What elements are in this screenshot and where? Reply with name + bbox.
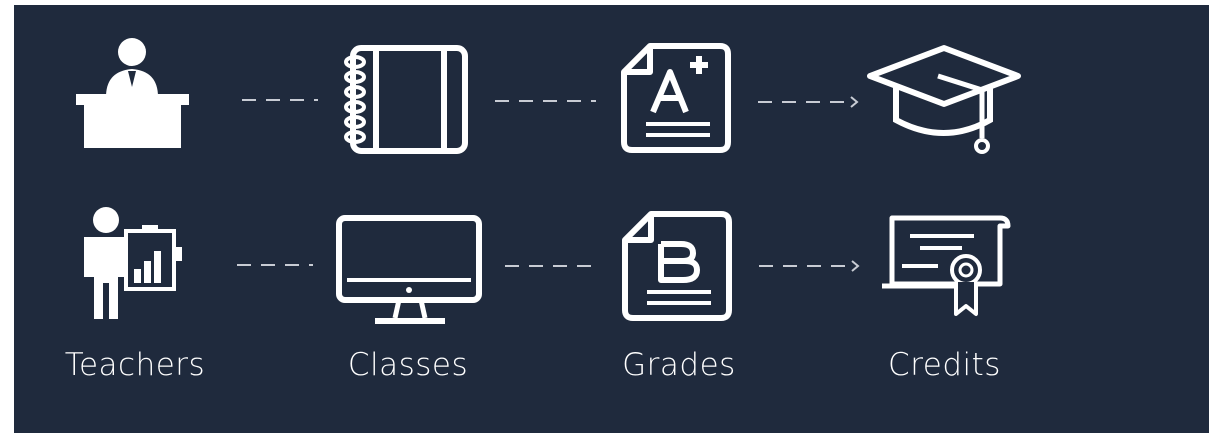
label-grades: Grades	[622, 347, 736, 383]
connector-dashes	[505, 265, 601, 267]
notebook-icon	[343, 45, 468, 155]
grade-a-plus-document-icon	[620, 42, 735, 154]
label-teachers: Teachers	[64, 347, 206, 383]
teacher-at-desk-icon	[70, 35, 195, 150]
grade-b-document-icon	[621, 210, 736, 322]
connector-arrow	[758, 96, 859, 108]
computer-monitor-icon	[335, 214, 485, 326]
connector-dashes	[495, 100, 596, 102]
certificate-diploma-icon	[878, 212, 1013, 322]
connector-arrow	[759, 260, 860, 272]
connector-dashes	[242, 99, 318, 101]
label-credits: Credits	[888, 347, 1001, 383]
teacher-with-chart-board-icon	[78, 205, 188, 325]
connector-dashes	[237, 264, 313, 266]
label-classes: Classes	[347, 347, 469, 383]
graduation-cap-icon	[864, 42, 1024, 157]
